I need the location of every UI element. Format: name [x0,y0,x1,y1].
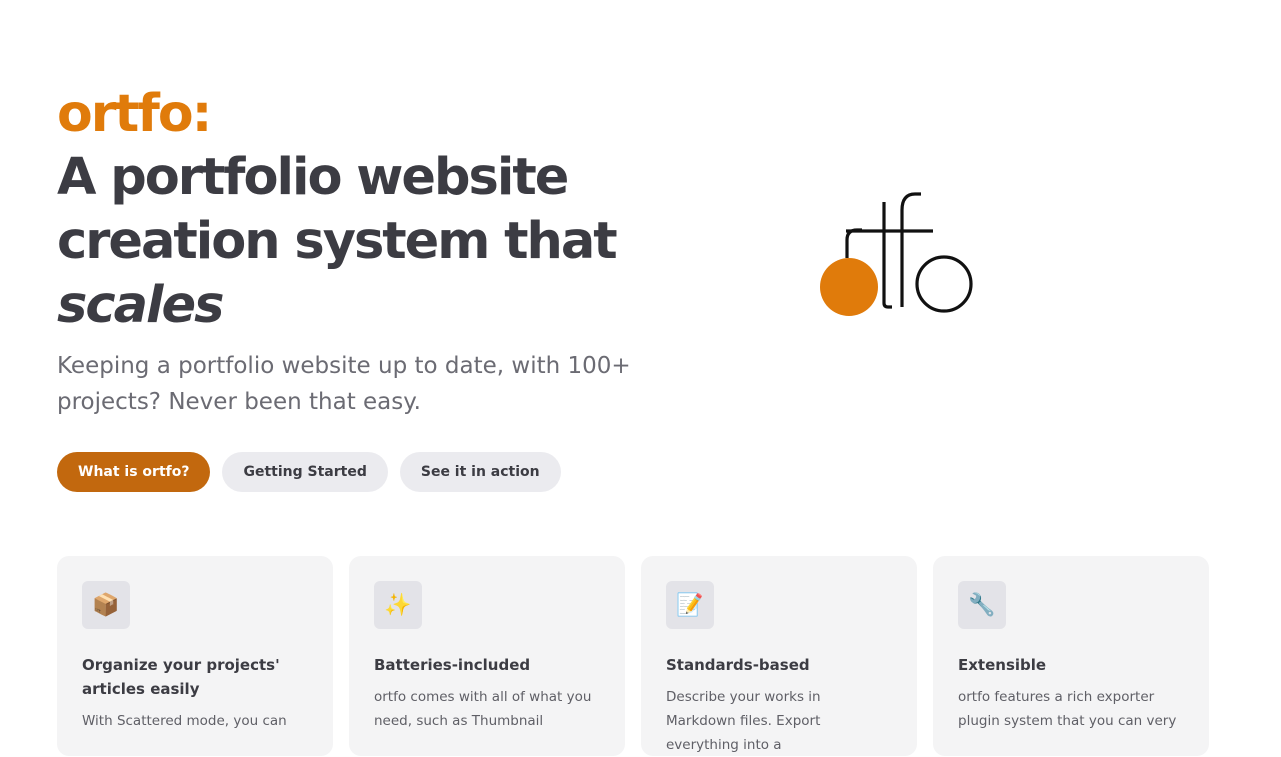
feature-details: ortfo features a rich exporter plugin sy… [958,689,1177,729]
hero-text-line-1: A portfolio website [57,148,569,207]
feature-title: Organize your projects' articles easily [82,656,280,698]
package-icon: 📦 [82,581,130,629]
hero-text-line-2: creation system that [57,212,618,271]
feature-title: Batteries-included [374,656,531,674]
feature-details: Describe your works in Markdown files. E… [666,689,821,753]
feature-title: Extensible [958,656,1047,674]
ortfo-logo [818,188,978,320]
feature-card: ✨ Batteries-included ortfo comes with al… [349,556,625,756]
getting-started-button[interactable]: Getting Started [222,452,388,492]
wrench-icon: 🔧 [958,581,1006,629]
hero-tagline: Keeping a portfolio website up to date, … [57,353,631,415]
hero-heading: ortfo: A portfolio website creation syst… [57,84,697,338]
feature-card: 📦 Organize your projects' articles easil… [57,556,333,756]
hero-actions: What is ortfo? Getting Started See it in… [57,452,561,492]
see-it-in-action-button[interactable]: See it in action [399,452,561,492]
sparkles-icon: ✨ [374,581,422,629]
hero: ortfo: A portfolio website creation syst… [57,84,697,338]
feature-details: ortfo comes with all of what you need, s… [374,689,592,729]
hero-name: ortfo: [57,84,212,144]
features-list: 📦 Organize your projects' articles easil… [57,556,1209,756]
feature-card: 📝 Standards-based Describe your works in… [641,556,917,756]
feature-card: 🔧 Extensible ortfo features a rich expor… [933,556,1209,756]
hero-text: A portfolio website creation system that… [57,146,697,338]
what-is-ortfo-button[interactable]: What is ortfo? [57,452,211,492]
memo-icon: 📝 [666,581,714,629]
feature-details: With Scattered mode, you can [82,713,287,729]
hero-text-emphasis: scales [57,276,224,335]
feature-title: Standards-based [666,656,810,674]
